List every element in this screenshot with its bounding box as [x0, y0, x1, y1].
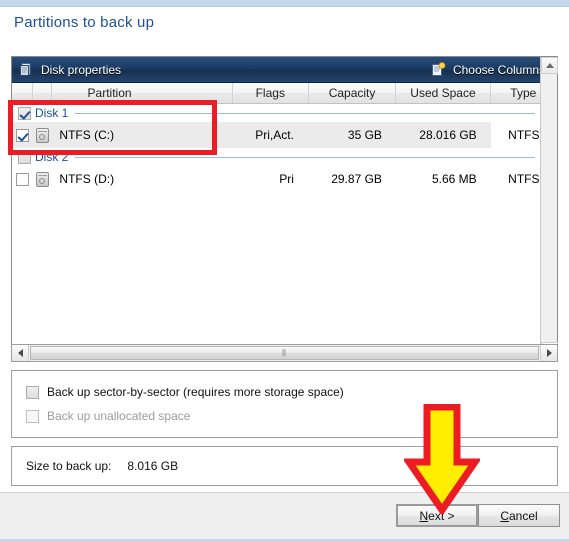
- partition-checkbox[interactable]: [16, 128, 30, 142]
- partition-capacity-cell: 35 GB: [307, 122, 396, 148]
- disk-group-row[interactable]: Disk 2▲: [12, 148, 557, 166]
- column-header-label: Partition: [87, 86, 132, 100]
- cell-text: Pri,Act.: [255, 128, 294, 142]
- partition-name-cell: NTFS (C:): [51, 122, 232, 148]
- horizontal-scroll-thumb[interactable]: ⦀: [30, 346, 539, 360]
- disk-group-divider: [75, 156, 535, 158]
- column-header-label: Type: [510, 86, 537, 100]
- partition-name-cell: NTFS (D:): [51, 166, 231, 192]
- size-summary-box: Size to back up: 8.016 GB: [11, 446, 558, 486]
- column-header-capacity[interactable]: Capacity: [309, 83, 397, 103]
- cell-text: 35 GB: [347, 128, 382, 142]
- column-header-label: Capacity: [328, 86, 376, 100]
- choose-columns-icon: [431, 62, 446, 77]
- backup-option-label: Back up unallocated space: [47, 409, 191, 423]
- disk-properties-label: Disk properties: [41, 62, 122, 77]
- dialog-footer: Next > Cancel: [0, 492, 569, 539]
- backup-option-checkbox: [26, 409, 39, 423]
- vertical-scrollbar[interactable]: [540, 57, 558, 359]
- size-summary-label: Size to back up:: [26, 459, 112, 473]
- partition-used_space-cell: 28.016 GB: [395, 122, 491, 148]
- cell-text: 28.016 GB: [419, 128, 477, 142]
- cancel-button[interactable]: Cancel: [478, 504, 560, 527]
- cell-text: Pri: [279, 172, 294, 186]
- partition-rows-area: Disk 1▲NTFS (C:)Pri,Act.35 GB28.016 GBNT…: [12, 104, 557, 359]
- column-header-flags[interactable]: Flags: [233, 83, 309, 103]
- panel-header-bar: Disk properties Choose Columns: [12, 57, 557, 83]
- size-summary-value: 8.016 GB: [127, 459, 179, 473]
- disk-group-checkbox[interactable]: [18, 150, 31, 164]
- scroll-thumb-grip: ⦀: [282, 347, 287, 358]
- cell-text: 5.66 MB: [431, 172, 477, 186]
- scroll-up-arrow-icon[interactable]: [541, 57, 558, 74]
- backup-option-row[interactable]: Back up sector-by-sector (requires more …: [12, 380, 557, 404]
- partition-flags-cell: Pri,Act.: [231, 122, 308, 148]
- column-header-partition[interactable]: Partition: [52, 83, 233, 103]
- next-button-label: ext >: [428, 508, 455, 523]
- backup-option-label: Back up sector-by-sector (requires more …: [47, 385, 344, 399]
- disk-group-label: Disk 2: [35, 150, 69, 164]
- partition-checkbox-cell[interactable]: [12, 166, 33, 192]
- disk-properties-button[interactable]: Disk properties: [12, 62, 121, 77]
- next-button[interactable]: Next >: [396, 504, 478, 527]
- cell-text: NTFS (C:): [59, 128, 115, 142]
- choose-columns-button[interactable]: Choose Columns: [431, 62, 557, 77]
- cell-text: NTFS (D:): [59, 172, 115, 186]
- disk-properties-icon: [19, 62, 34, 77]
- table-row[interactable]: NTFS (D:) Pri 29.87 GB 5.66 MB NTFS: [12, 166, 557, 192]
- partition-icon-cell: [33, 122, 52, 148]
- partition-flags-cell: Pri: [231, 166, 307, 192]
- cancel-button-label: ancel: [508, 508, 538, 523]
- table-row[interactable]: NTFS (C:) Pri,Act. 35 GB 28.016 GB NTFS: [12, 122, 557, 148]
- partition-used_space-cell: 5.66 MB: [396, 166, 491, 192]
- disk-group-row[interactable]: Disk 1▲: [12, 104, 557, 122]
- cell-text: 29.87 GB: [331, 172, 382, 186]
- hard-disk-icon: [35, 171, 49, 187]
- partition-icon-cell: [33, 166, 51, 192]
- backup-option-checkbox[interactable]: [26, 385, 39, 399]
- dialog-window: Partitions to back up Disk properties Ch…: [0, 0, 569, 542]
- column-header-row: Partition Flags Capacity Used Space Type: [12, 83, 557, 104]
- backup-options-box: Back up sector-by-sector (requires more …: [11, 370, 558, 438]
- partition-capacity-cell: 29.87 GB: [308, 166, 396, 192]
- page-title: Partitions to back up: [14, 14, 155, 31]
- disk-group-checkbox[interactable]: [18, 106, 31, 120]
- disk-group-label: Disk 1: [35, 106, 69, 120]
- column-header-label: Flags: [255, 86, 285, 100]
- disk-group-divider: [75, 112, 535, 114]
- choose-columns-label: Choose Columns: [452, 62, 545, 77]
- column-header-used_space[interactable]: Used Space: [396, 83, 491, 103]
- partitions-list-panel: Disk properties Choose Columns Partition…: [11, 56, 558, 360]
- column-header-icon[interactable]: [33, 83, 52, 103]
- partition-checkbox[interactable]: [16, 172, 30, 186]
- backup-option-row: Back up unallocated space: [12, 404, 557, 428]
- window-top-accent-strip: [0, 0, 569, 7]
- next-button-accel: N: [419, 508, 429, 523]
- scroll-right-arrow-icon[interactable]: [540, 345, 557, 361]
- cell-text: NTFS: [508, 128, 540, 142]
- scroll-left-arrow-icon[interactable]: [12, 345, 29, 361]
- hard-disk-icon: [35, 127, 49, 143]
- cell-text: NTFS: [508, 172, 540, 186]
- column-header-check[interactable]: [12, 83, 34, 103]
- partition-checkbox-cell[interactable]: [12, 122, 34, 148]
- cancel-button-accel: C: [500, 508, 509, 523]
- horizontal-scrollbar[interactable]: ⦀: [11, 344, 558, 362]
- column-header-label: Used Space: [410, 86, 476, 100]
